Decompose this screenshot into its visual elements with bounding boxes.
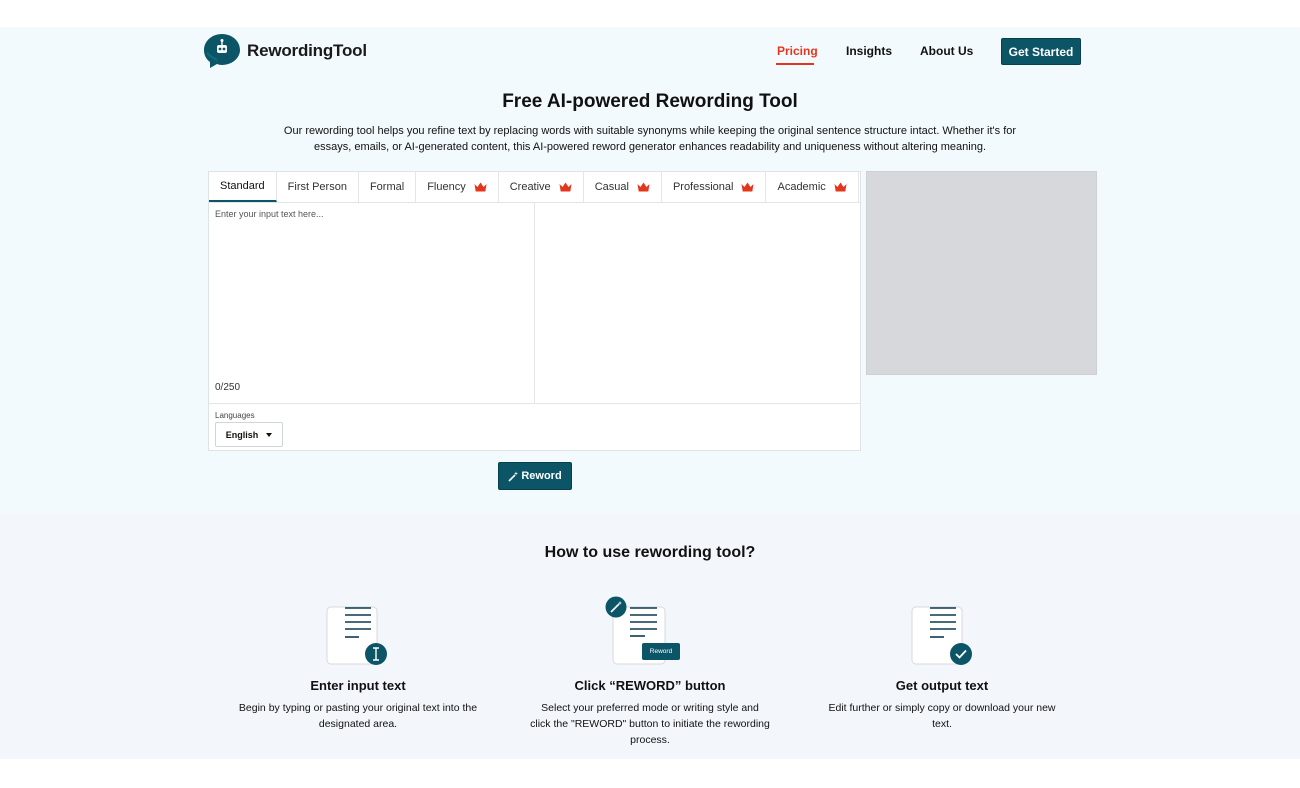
tab-fluency[interactable]: Fluency bbox=[416, 172, 499, 202]
tab-standard[interactable]: Standard bbox=[209, 172, 277, 202]
tab-label: Fluency bbox=[427, 181, 466, 193]
tab-creative[interactable]: Creative bbox=[499, 172, 584, 202]
step-2-reword-badge: Reword bbox=[642, 643, 680, 660]
input-textarea[interactable] bbox=[209, 202, 534, 372]
tab-academic[interactable]: Academic bbox=[766, 172, 859, 202]
tab-label: Academic bbox=[777, 181, 826, 193]
tab-overflow[interactable]: I bbox=[859, 172, 860, 202]
tab-label: First Person bbox=[287, 181, 347, 193]
document-cursor-icon bbox=[326, 606, 387, 665]
tab-formal[interactable]: Formal bbox=[359, 172, 417, 202]
language-select[interactable]: English bbox=[215, 422, 283, 447]
robot-logo-icon bbox=[204, 34, 240, 68]
ad-placeholder bbox=[866, 171, 1097, 375]
crown-icon bbox=[474, 182, 487, 192]
tab-label: Formal bbox=[369, 181, 405, 193]
tab-label: Standard bbox=[220, 180, 265, 192]
nav-active-underline bbox=[776, 63, 814, 65]
tab-label: Casual bbox=[594, 181, 629, 193]
step-3-text: Edit further or simply copy or download … bbox=[828, 702, 1056, 730]
mode-tabs: Standard First Person Formal Fluency Cre… bbox=[209, 172, 860, 203]
editor-footer: Languages English bbox=[209, 403, 860, 450]
magic-wand-icon bbox=[508, 471, 519, 482]
tab-casual[interactable]: Casual bbox=[584, 172, 662, 202]
input-pane: 0/250 bbox=[209, 202, 535, 403]
step-1-title: Enter input text bbox=[310, 678, 406, 693]
crown-icon bbox=[834, 182, 847, 192]
step-3-title: Get output text bbox=[895, 678, 989, 693]
logo-text: RewordingTool bbox=[247, 41, 367, 60]
character-counter: 0/250 bbox=[215, 382, 241, 393]
crown-icon bbox=[741, 182, 754, 192]
nav-about-us[interactable]: About Us bbox=[920, 44, 973, 58]
language-selected: English bbox=[225, 429, 259, 440]
site-logo[interactable]: RewordingTool bbox=[203, 33, 367, 69]
nav-insights[interactable]: Insights bbox=[846, 44, 892, 58]
nav-pricing[interactable]: Pricing bbox=[777, 44, 818, 58]
step-2-title: Click “REWORD” button bbox=[574, 678, 726, 693]
rewording-editor: Standard First Person Formal Fluency Cre… bbox=[208, 171, 861, 451]
output-pane[interactable] bbox=[535, 202, 860, 403]
page-title: Free AI-powered Rewording Tool bbox=[502, 91, 798, 112]
tab-label: Professional bbox=[672, 181, 734, 193]
caret-down-icon bbox=[266, 432, 273, 437]
languages-label: Languages bbox=[215, 411, 255, 420]
crown-icon bbox=[637, 182, 650, 192]
step-2-reword-badge-label: Reword bbox=[649, 648, 673, 655]
tab-label: Creative bbox=[509, 181, 551, 193]
reword-button[interactable]: Reword bbox=[498, 462, 572, 490]
get-started-button[interactable]: Get Started bbox=[1001, 38, 1081, 65]
tab-first-person[interactable]: First Person bbox=[277, 172, 359, 202]
step-1-text: Begin by typing or pasting your original… bbox=[238, 702, 478, 730]
crown-icon bbox=[559, 182, 572, 192]
document-check-icon bbox=[911, 606, 972, 665]
howto-title: How to use rewording tool? bbox=[544, 544, 756, 561]
step-2-text: Select your preferred mode or writing st… bbox=[530, 702, 770, 746]
page-description: Our rewording tool helps you refine text… bbox=[283, 125, 1017, 153]
tab-professional[interactable]: Professional bbox=[662, 172, 767, 202]
reword-button-label: Reword bbox=[521, 470, 562, 482]
